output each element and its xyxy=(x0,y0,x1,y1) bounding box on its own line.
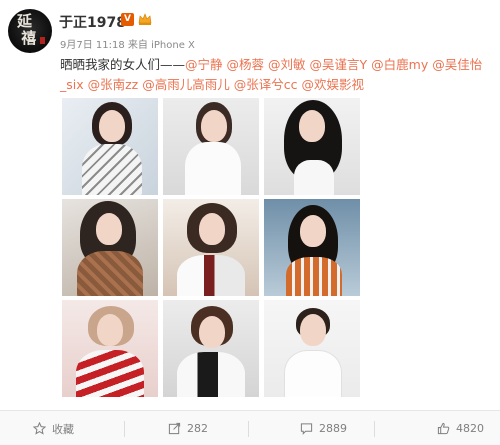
post-time[interactable]: 9月7日 11:18 xyxy=(60,40,125,51)
photo-9[interactable] xyxy=(264,300,360,397)
favorite-button[interactable]: 收藏 xyxy=(33,411,74,445)
like-button[interactable]: 4820 xyxy=(437,411,484,445)
favorite-label: 收藏 xyxy=(52,422,74,436)
post-text: 晒晒我家的女人们——@宁静 @杨蓉 @刘敏 @吴谨言Y @白鹿my @吴佳怡_s… xyxy=(60,55,496,95)
post-text-lead: 晒晒我家的女人们—— xyxy=(60,57,186,72)
repost-icon xyxy=(168,422,181,435)
avatar-calligraphy: 延 禧 xyxy=(17,12,36,47)
mention-link[interactable]: @高雨儿高雨儿 xyxy=(142,77,230,92)
source-device: iPhone X xyxy=(151,40,195,51)
thumbs-up-icon xyxy=(437,422,450,435)
action-bar: 收藏 282 2889 4820 xyxy=(0,410,500,445)
comment-button[interactable]: 2889 xyxy=(300,411,347,445)
post-meta: 9月7日 11:18 来自 iPhone X xyxy=(60,36,195,51)
repost-button[interactable]: 282 xyxy=(168,411,208,445)
mention-link[interactable]: @吴谨言Y xyxy=(310,57,368,72)
photo-3[interactable] xyxy=(264,98,360,195)
star-icon xyxy=(33,422,46,435)
mention-link[interactable]: @白鹿my xyxy=(371,57,428,72)
mention-link[interactable]: @张南zz xyxy=(88,77,139,92)
mention-link[interactable]: @欢娱影视 xyxy=(301,77,364,92)
username-link[interactable]: 于正1978 xyxy=(59,12,126,32)
photo-6[interactable] xyxy=(264,199,360,296)
avatar-seal xyxy=(40,37,45,44)
mention-link[interactable]: @宁静 xyxy=(185,57,223,72)
comment-icon xyxy=(300,423,313,435)
source-prefix: 来自 xyxy=(127,40,148,51)
photo-8[interactable] xyxy=(163,300,259,397)
photo-1[interactable] xyxy=(62,98,158,195)
repost-count: 282 xyxy=(187,422,208,435)
photo-5[interactable] xyxy=(163,199,259,296)
divider xyxy=(248,421,249,437)
divider xyxy=(374,421,375,437)
photo-7[interactable] xyxy=(62,300,158,397)
photo-4[interactable] xyxy=(62,199,158,296)
verified-badge-icon: V xyxy=(121,13,134,26)
like-count: 4820 xyxy=(456,422,484,435)
avatar[interactable]: 延 禧 xyxy=(8,9,52,53)
crown-badge-icon xyxy=(138,13,152,25)
divider xyxy=(124,421,125,437)
mention-link[interactable]: @刘敏 xyxy=(268,57,306,72)
photo-2[interactable] xyxy=(163,98,259,195)
mention-link[interactable]: @张译兮cc xyxy=(234,77,298,92)
comment-count: 2889 xyxy=(319,422,347,435)
mention-link[interactable]: @杨蓉 xyxy=(227,57,265,72)
